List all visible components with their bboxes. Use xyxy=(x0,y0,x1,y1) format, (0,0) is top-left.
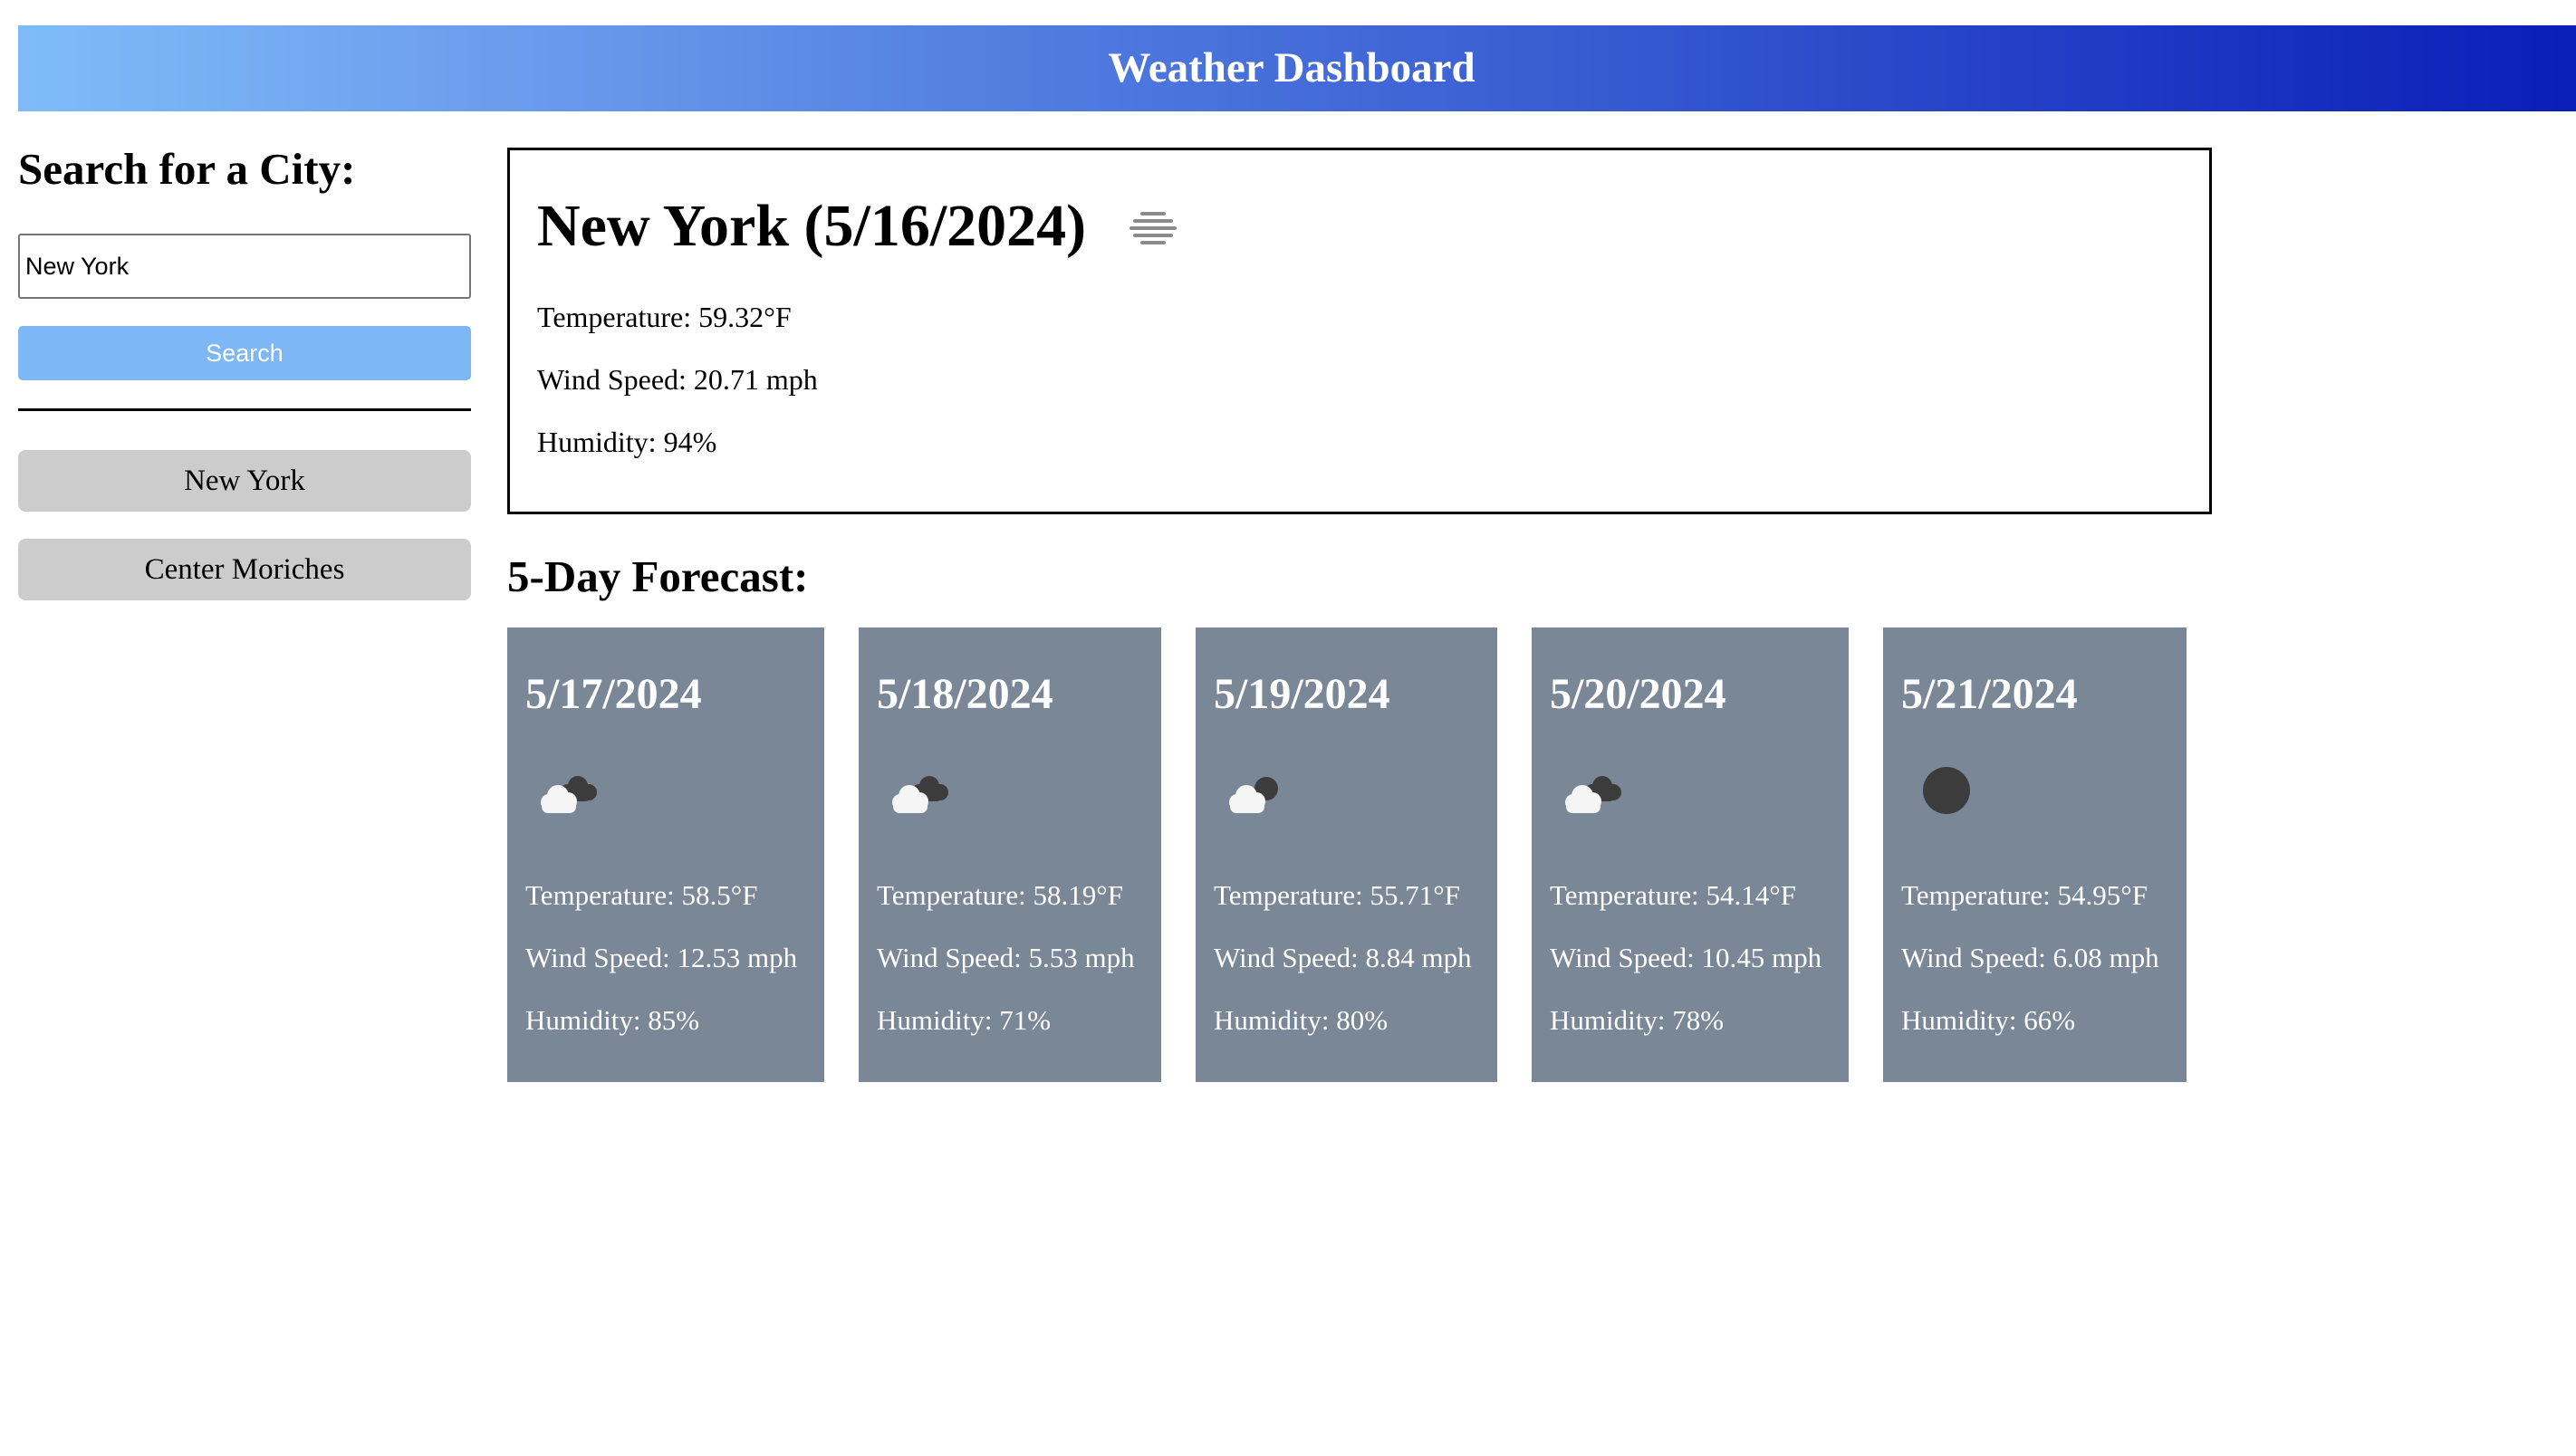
broken-clouds-icon xyxy=(1565,776,1621,813)
forecast-wind-speed: Wind Speed: 8.84 mph xyxy=(1214,942,1472,973)
forecast-card: 5/20/2024 Temperature: 54.14°F Wind Spee… xyxy=(1532,627,1849,1082)
forecast-card: 5/19/2024 Temperature: 55.71°F Wind Spee… xyxy=(1196,627,1497,1082)
forecast-date: 5/18/2024 xyxy=(877,670,1053,718)
broken-clouds-icon xyxy=(541,776,597,813)
current-humidity: Humidity: 94% xyxy=(537,426,717,458)
broken-clouds-icon xyxy=(892,776,948,813)
forecast-humidity: Humidity: 66% xyxy=(1901,1004,2076,1036)
sidebar-divider xyxy=(18,408,471,411)
mist-icon xyxy=(1129,212,1177,244)
current-wind-speed: Wind Speed: 20.71 mph xyxy=(537,363,818,396)
forecast-card: 5/18/2024 Temperature: 58.19°F Wind Spee… xyxy=(859,627,1161,1082)
forecast-wind-speed: Wind Speed: 10.45 mph xyxy=(1550,942,1822,973)
forecast-card: 5/21/2024 Temperature: 54.95°F Wind Spee… xyxy=(1883,627,2187,1082)
city-search-input[interactable] xyxy=(18,234,471,299)
forecast-temperature: Temperature: 58.19°F xyxy=(877,879,1123,911)
forecast-temperature: Temperature: 54.14°F xyxy=(1550,879,1796,911)
header-banner: Weather Dashboard xyxy=(18,25,2576,111)
clear-night-icon xyxy=(1923,767,1970,814)
current-city-title: New York (5/16/2024) xyxy=(537,193,1087,259)
forecast-wind-speed: Wind Speed: 5.53 mph xyxy=(877,942,1135,973)
forecast-humidity: Humidity: 80% xyxy=(1214,1004,1389,1036)
search-heading: Search for a City: xyxy=(18,144,356,194)
few-clouds-night-icon xyxy=(1229,777,1278,813)
forecast-wind-speed: Wind Speed: 6.08 mph xyxy=(1901,942,2159,973)
history-city-button[interactable]: Center Moriches xyxy=(18,539,471,600)
history-city-button[interactable]: New York xyxy=(18,450,471,512)
search-button[interactable]: Search xyxy=(18,326,471,380)
forecast-temperature: Temperature: 55.71°F xyxy=(1214,879,1460,911)
forecast-date: 5/19/2024 xyxy=(1214,670,1390,718)
forecast-date: 5/21/2024 xyxy=(1901,670,2078,718)
forecast-date: 5/17/2024 xyxy=(525,670,702,718)
forecast-humidity: Humidity: 71% xyxy=(877,1004,1052,1036)
forecast-wind-speed: Wind Speed: 12.53 mph xyxy=(525,942,798,973)
forecast-date: 5/20/2024 xyxy=(1550,670,1726,718)
forecast-temperature: Temperature: 58.5°F xyxy=(525,879,758,911)
page-title: Weather Dashboard xyxy=(1108,44,1475,91)
forecast-humidity: Humidity: 85% xyxy=(525,1004,700,1036)
current-weather-panel: New York (5/16/2024) Temperature: 59.32°… xyxy=(507,148,2212,514)
forecast-card: 5/17/2024 Temperature: 58.5°F Wind Speed… xyxy=(507,627,824,1082)
current-temperature: Temperature: 59.32°F xyxy=(537,301,792,333)
forecast-humidity: Humidity: 78% xyxy=(1550,1004,1725,1036)
forecast-temperature: Temperature: 54.95°F xyxy=(1901,879,2148,911)
forecast-heading: 5-Day Forecast: xyxy=(507,551,809,601)
